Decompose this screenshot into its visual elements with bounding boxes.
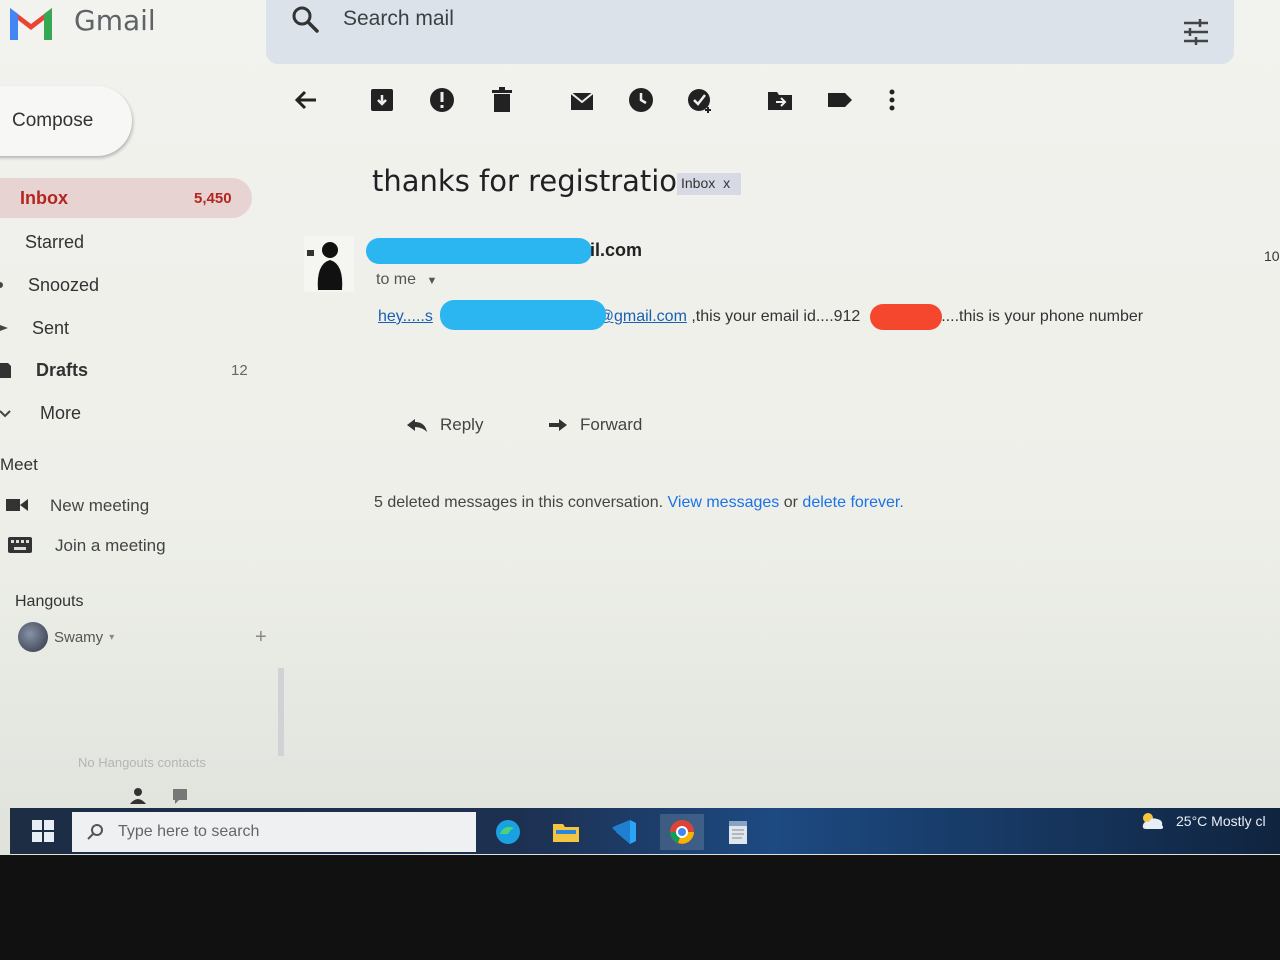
- hangouts-scrollbar[interactable]: [278, 668, 284, 756]
- add-hangout-icon[interactable]: +: [255, 626, 267, 649]
- remove-label-icon[interactable]: x: [723, 175, 730, 191]
- body-text-email-id: ,this your email id....912: [691, 308, 861, 325]
- no-contacts-text: No Hangouts contacts: [78, 755, 206, 770]
- sidebar-item-inbox[interactable]: Inbox 5,450: [0, 178, 252, 218]
- search-icon[interactable]: [290, 4, 320, 34]
- contacts-icon[interactable]: [128, 786, 148, 806]
- recipient-label: to me: [376, 271, 417, 288]
- sender-email: il.com: [590, 240, 643, 260]
- sidebar-item-label: More: [40, 402, 82, 423]
- taskbar-search-placeholder: Type here to search: [118, 823, 260, 840]
- search-bar[interactable]: Search mail: [266, 0, 1234, 64]
- taskbar-search-box[interactable]: Type here to search: [72, 812, 476, 852]
- draft-icon: [0, 363, 11, 378]
- snoozed-icon: [0, 282, 3, 288]
- chevron-down-icon[interactable]: ▾: [109, 632, 114, 643]
- weather-cloud-icon: [1142, 813, 1164, 829]
- edge-browser-icon[interactable]: [486, 814, 530, 850]
- reply-button[interactable]: Reply: [406, 406, 483, 444]
- delete-icon[interactable]: [488, 86, 516, 114]
- windows-start-icon[interactable]: [32, 820, 54, 842]
- search-input[interactable]: Search mail: [343, 7, 454, 31]
- keyboard-icon: [8, 537, 32, 553]
- archive-icon[interactable]: [368, 86, 396, 114]
- body-text-phone: ....this is your phone number: [941, 308, 1144, 325]
- notepad-icon[interactable]: [716, 814, 760, 850]
- mark-unread-icon[interactable]: [568, 86, 596, 114]
- chevron-down-icon[interactable]: ▼: [426, 275, 437, 287]
- timestamp-partial: 10: [1264, 248, 1280, 264]
- windows-taskbar: Type here to search 25°C Mostly cl: [10, 808, 1280, 854]
- hangouts-section-title: Hangouts: [15, 593, 84, 610]
- label-chip-text: Inbox: [681, 175, 716, 191]
- snooze-clock-icon[interactable]: [627, 86, 655, 114]
- vscode-icon[interactable]: [602, 814, 646, 850]
- chevron-down-icon: [0, 410, 11, 418]
- app-title[interactable]: Gmail: [74, 4, 156, 37]
- avatar: [18, 622, 48, 652]
- hangouts-user-name: Swamy: [54, 628, 104, 646]
- forward-icon: [549, 419, 567, 431]
- reply-icon: [407, 419, 427, 432]
- monitor-bezel: [0, 855, 1280, 960]
- gmail-logo-icon[interactable]: [6, 2, 56, 42]
- body-link-email[interactable]: @gmail.com: [598, 308, 687, 325]
- add-to-tasks-icon[interactable]: [686, 86, 714, 114]
- send-icon: [0, 325, 8, 331]
- view-messages-link[interactable]: View messages: [668, 494, 780, 511]
- system-tray[interactable]: 25°C Mostly cl: [1140, 812, 1266, 830]
- email-subject: thanks for registration: [372, 164, 696, 198]
- unread-count: 5,450: [194, 189, 232, 207]
- deleted-note-text: 5 deleted messages in this conversation.: [374, 494, 664, 511]
- inbox-label-chip[interactable]: Inbox x: [677, 173, 741, 195]
- chrome-icon[interactable]: [660, 814, 704, 850]
- sidebar-item-label: Inbox: [20, 187, 68, 208]
- draft-count: 12: [231, 361, 248, 379]
- delete-forever-link[interactable]: delete forever.: [802, 494, 903, 511]
- phone-redaction: [870, 304, 942, 330]
- sidebar-item-label: Snoozed: [28, 274, 100, 295]
- sidebar-item-label: Sent: [32, 317, 70, 338]
- report-spam-icon[interactable]: [428, 86, 456, 114]
- deleted-messages-note: 5 deleted messages in this conversation.…: [374, 494, 904, 512]
- forward-button[interactable]: Forward: [548, 406, 642, 444]
- more-options-icon[interactable]: [880, 86, 908, 114]
- meet-section-title: Meet: [0, 455, 38, 474]
- label-icon[interactable]: [826, 86, 854, 114]
- video-camera-icon: [6, 499, 28, 511]
- new-meeting-link[interactable]: New meeting: [50, 496, 149, 516]
- hangouts-user[interactable]: Swamy ▾: [18, 622, 114, 652]
- reply-label: Reply: [440, 415, 484, 434]
- search-icon: [87, 824, 103, 840]
- body-link-greeting[interactable]: hey.....s: [378, 308, 433, 325]
- forward-label: Forward: [580, 415, 643, 434]
- search-options-icon[interactable]: [1182, 18, 1210, 46]
- sender-redaction: [366, 238, 592, 264]
- file-explorer-icon[interactable]: [544, 814, 588, 850]
- deleted-note-or: or: [783, 494, 798, 511]
- sidebar-item-label: Starred: [25, 231, 85, 252]
- back-arrow-icon[interactable]: [292, 86, 320, 114]
- body-redaction: [440, 300, 606, 330]
- join-meeting-link[interactable]: Join a meeting: [55, 536, 166, 556]
- chat-bubble-icon[interactable]: [170, 786, 190, 806]
- sender-avatar[interactable]: [304, 236, 354, 292]
- compose-button[interactable]: Compose: [0, 86, 132, 156]
- screen: Gmail Search mail Compose Inbox 5,450 St…: [0, 0, 1280, 855]
- sidebar-item-label: Drafts: [36, 359, 89, 380]
- weather-text: 25°C Mostly cl: [1176, 813, 1266, 829]
- recipient-toggle[interactable]: to me ▼: [376, 271, 437, 289]
- move-to-icon[interactable]: [766, 86, 794, 114]
